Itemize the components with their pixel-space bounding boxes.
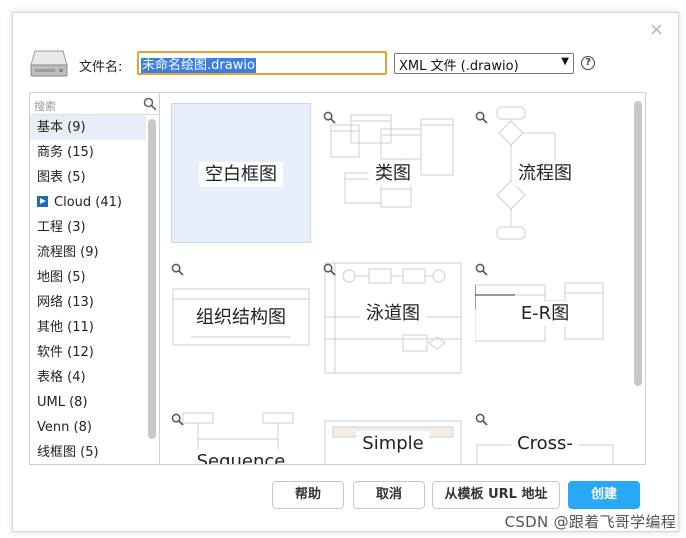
template-sequence[interactable]: Sequence xyxy=(171,407,311,464)
filename-input[interactable]: 未命名绘图.drawio xyxy=(137,51,387,75)
zoom-icon[interactable] xyxy=(323,263,336,276)
close-icon[interactable]: × xyxy=(649,21,664,39)
template-label: 类图 xyxy=(323,159,463,186)
new-diagram-dialog: × 文件名: 未命名绘图.drawio XML 文件 (.drawio) ▼ ?… xyxy=(12,12,679,532)
category-sidebar: 搜索 基本 (9) 商务 (15) 图表 (5) Cloud (41) 工程 (… xyxy=(30,93,160,464)
template-label: 组织结构图 xyxy=(171,303,311,330)
category-item-venn[interactable]: Venn (8) xyxy=(30,415,146,440)
cloud-icon xyxy=(37,196,48,207)
category-item-engineering[interactable]: 工程 (3) xyxy=(30,215,146,240)
template-class-diagram[interactable]: 类图 xyxy=(323,103,463,243)
template-label: 空白框图 xyxy=(172,160,310,187)
category-item-flowchart[interactable]: 流程图 (9) xyxy=(30,240,146,265)
zoom-icon[interactable] xyxy=(171,413,184,426)
create-button[interactable]: 创建 xyxy=(568,481,640,509)
format-select[interactable]: XML 文件 (.drawio) ▼ xyxy=(394,53,574,74)
help-button[interactable]: 帮助 xyxy=(272,481,344,509)
template-url-button[interactable]: 从模板 URL 地址 xyxy=(432,481,560,509)
template-flowchart[interactable]: 流程图 xyxy=(475,103,615,243)
cancel-button[interactable]: 取消 xyxy=(353,481,425,509)
template-label: Simple xyxy=(323,431,463,456)
search-input[interactable]: 搜索 xyxy=(34,98,56,114)
template-org-chart[interactable]: 组织结构图 xyxy=(171,255,311,395)
zoom-icon[interactable] xyxy=(323,111,336,124)
category-item-business[interactable]: 商务 (15) xyxy=(30,140,146,165)
search-icon[interactable] xyxy=(143,97,157,111)
category-list: 基本 (9) 商务 (15) 图表 (5) Cloud (41) 工程 (3) … xyxy=(30,115,146,465)
category-item-maps[interactable]: 地图 (5) xyxy=(30,265,146,290)
template-simple[interactable]: Simple xyxy=(323,407,463,464)
template-label: Sequence xyxy=(171,449,311,464)
search-box[interactable]: 搜索 xyxy=(32,95,159,115)
category-item-software[interactable]: 软件 (12) xyxy=(30,340,146,365)
category-item-uml[interactable]: UML (8) xyxy=(30,390,146,415)
category-item-basic[interactable]: 基本 (9) xyxy=(30,115,146,140)
template-browser: 搜索 基本 (9) 商务 (15) 图表 (5) Cloud (41) 工程 (… xyxy=(29,92,646,465)
zoom-icon[interactable] xyxy=(475,111,488,124)
template-blank[interactable]: 空白框图 xyxy=(171,103,311,243)
chevron-down-icon: ▼ xyxy=(561,56,569,67)
template-label: 泳道图 xyxy=(323,299,463,326)
zoom-icon[interactable] xyxy=(171,263,184,276)
category-item-network[interactable]: 网络 (13) xyxy=(30,290,146,315)
template-label: E-R图 xyxy=(475,299,615,326)
watermark: CSDN @跟着飞哥学编程 xyxy=(504,513,676,531)
sidebar-scrollbar[interactable] xyxy=(148,119,156,439)
template-cross-functional[interactable]: Cross- xyxy=(475,407,615,464)
category-item-wireframes[interactable]: 线框图 (5) xyxy=(30,440,146,465)
template-label: Cross- xyxy=(475,431,615,456)
category-item-cloud[interactable]: Cloud (41) xyxy=(30,190,146,215)
filename-row: 文件名: 未命名绘图.drawio XML 文件 (.drawio) ▼ ? xyxy=(29,47,669,81)
template-swimlane[interactable]: 泳道图 xyxy=(323,255,463,395)
category-item-label: Cloud (41) xyxy=(54,195,122,210)
template-er-diagram[interactable]: E-R图 xyxy=(475,255,615,395)
filename-label: 文件名: xyxy=(79,60,123,75)
filename-value: 未命名绘图.drawio xyxy=(141,58,256,73)
category-item-other[interactable]: 其他 (11) xyxy=(30,315,146,340)
drive-icon xyxy=(30,50,68,77)
category-item-charts[interactable]: 图表 (5) xyxy=(30,165,146,190)
format-value: XML 文件 (.drawio) xyxy=(399,59,519,74)
template-scrollbar[interactable] xyxy=(634,101,642,386)
template-grid: 空白框图 类图 流程图 组织结构图 泳道图 E-R图 Sequence Simp… xyxy=(161,93,645,464)
help-icon[interactable]: ? xyxy=(581,56,595,70)
zoom-icon[interactable] xyxy=(475,263,488,276)
zoom-icon[interactable] xyxy=(475,413,488,426)
category-item-tables[interactable]: 表格 (4) xyxy=(30,365,146,390)
template-label: 流程图 xyxy=(475,159,615,186)
